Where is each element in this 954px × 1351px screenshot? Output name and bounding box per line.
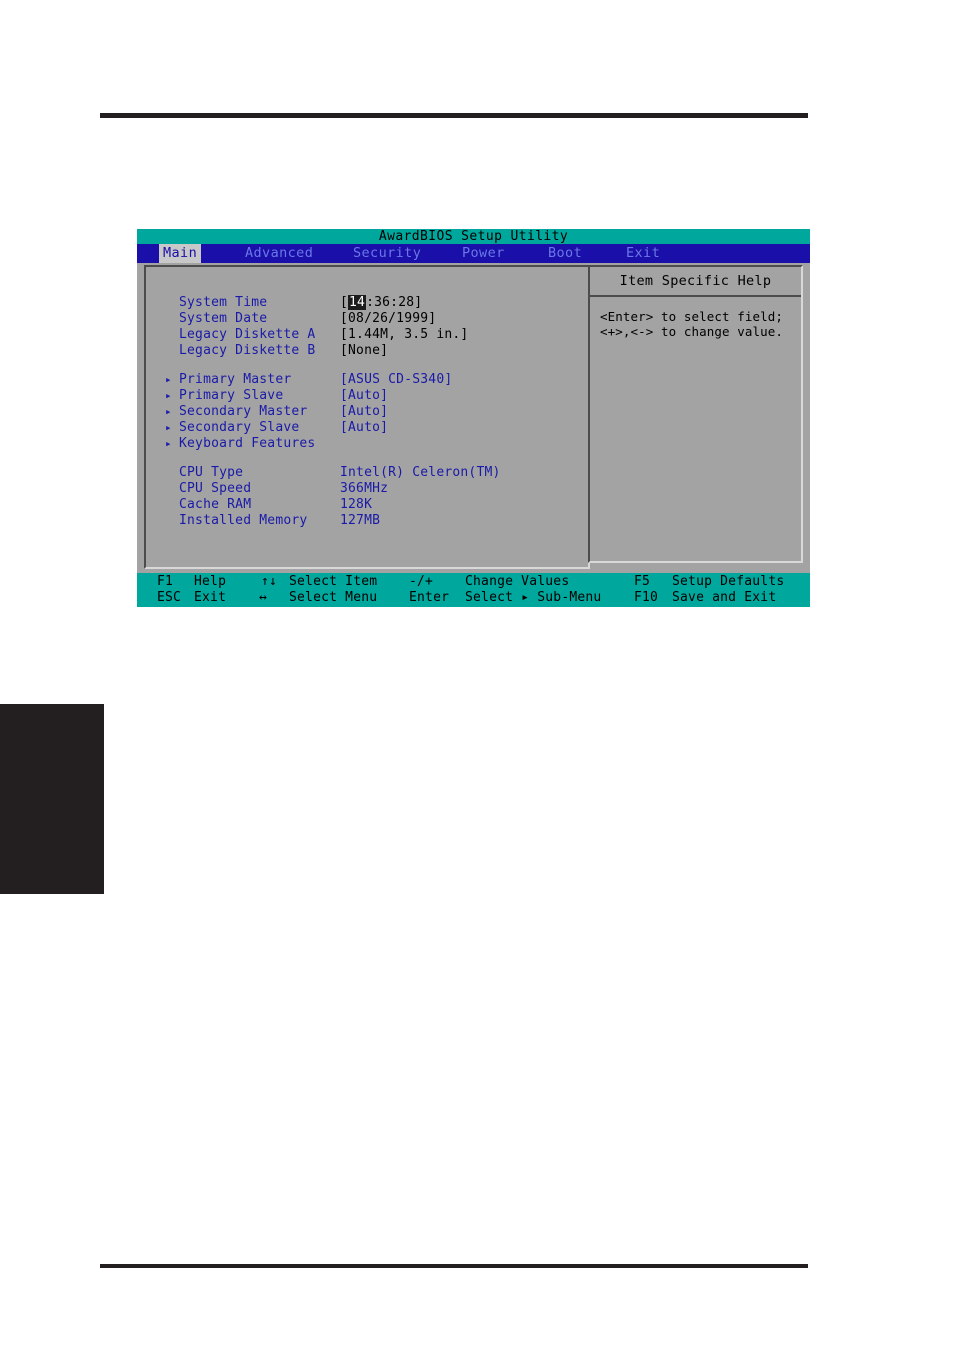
fkey-label: -/+ (409, 574, 434, 589)
help-line-1: <Enter> to select field; (600, 309, 784, 324)
fkey-updown-arrows-icon[interactable]: ↑↓ (261, 574, 277, 590)
value-highlighted-hour[interactable]: 14 (348, 295, 367, 310)
help-panel-title: Item Specific Help (619, 273, 772, 289)
value-suffix: :36:28] (366, 295, 423, 310)
fkey-f10[interactable]: F10 (634, 590, 658, 606)
submenu-label: Keyboard Features (179, 436, 316, 451)
info-label: CPU Type (179, 465, 244, 480)
setting-label: System Time (179, 295, 268, 310)
info-value: 366MHz (340, 481, 389, 496)
fkey-leftright-arrows-icon[interactable]: ↔ (259, 590, 267, 606)
fkey-select-item-desc: Select Item (289, 574, 377, 590)
fkey-desc: Help (194, 574, 227, 589)
tab-advanced[interactable]: Advanced (241, 244, 317, 263)
tab-exit[interactable]: Exit (622, 244, 664, 263)
fkey-minus-plus[interactable]: -/+ (409, 574, 433, 590)
submenu-label: Secondary Master (179, 404, 308, 419)
fkey-desc: Change Values (465, 574, 570, 589)
tab-main[interactable]: Main (159, 244, 202, 263)
page-rule-bottom (100, 1264, 808, 1268)
tab-power[interactable]: Power (458, 244, 509, 263)
submenu-value: [ASUS CD-S340] (340, 372, 453, 387)
fkey-desc: Exit (194, 590, 227, 605)
info-value: 128K (340, 497, 373, 512)
submenu-value: [Auto] (340, 404, 389, 419)
fkey-change-values-desc: Change Values (465, 574, 569, 590)
setting-value: [14:36:28] (340, 295, 422, 311)
setting-value: [08/26/1999] (340, 311, 437, 326)
tab-security[interactable]: Security (349, 244, 425, 263)
submenu-arrow-icon: ▸ (165, 405, 172, 418)
help-line-2: <+>,<-> to change value. (600, 324, 784, 339)
submenu-arrow-icon: ▸ (165, 437, 172, 450)
fkey-setup-defaults-desc: Setup Defaults (672, 574, 784, 590)
info-value: Intel(R) Celeron(TM) (340, 465, 501, 480)
fkey-desc: Save and Exit (672, 590, 777, 605)
submenu-label: Primary Master (179, 372, 292, 387)
function-key-row-2: ESC Exit ↔ Select Menu Enter Select ▸ Su… (137, 590, 810, 606)
setting-label: Legacy Diskette B (179, 343, 316, 358)
setting-value: [1.44M, 3.5 in.] (340, 327, 469, 342)
submenu-arrow-icon: ▸ (165, 373, 172, 386)
fkey-select-submenu-desc: Select ▸ Sub-Menu (465, 590, 601, 606)
value-prefix: [ (340, 295, 349, 310)
fkey-label: ↔ (259, 590, 268, 605)
fkey-desc: Setup Defaults (672, 574, 785, 589)
fkey-desc: Select Item (289, 574, 378, 589)
fkey-label: F5 (634, 574, 651, 589)
fkey-desc: Select Menu (289, 590, 378, 605)
function-key-legend: F1 Help ↑↓ Select Item -/+ Change Values… (137, 573, 810, 607)
fkey-label: F10 (634, 590, 659, 605)
function-key-row-1: F1 Help ↑↓ Select Item -/+ Change Values… (137, 574, 810, 590)
info-label: Installed Memory (179, 513, 308, 528)
fkey-select-menu-desc: Select Menu (289, 590, 377, 606)
main-settings-panel: System Time [14:36:28] System Date [08/2… (144, 265, 590, 569)
fkey-f1-desc: Help (194, 574, 226, 590)
page-rule-top (100, 113, 808, 118)
fkey-label: ESC (157, 590, 182, 605)
info-label: CPU Speed (179, 481, 252, 496)
help-panel-body: <Enter> to select field; <+>,<-> to chan… (600, 309, 797, 339)
fkey-label: F1 (157, 574, 174, 589)
submenu-value: [Auto] (340, 420, 389, 435)
bios-title-bar: AwardBIOS Setup Utility (137, 229, 810, 244)
info-value: 127MB (340, 513, 381, 528)
info-label: Cache RAM (179, 497, 252, 512)
setting-label: System Date (179, 311, 268, 326)
tab-boot[interactable]: Boot (544, 244, 586, 263)
bios-setup-window: AwardBIOS Setup Utility Main Advanced Se… (137, 229, 810, 607)
submenu-label: Secondary Slave (179, 420, 300, 435)
submenu-value: [Auto] (340, 388, 389, 403)
help-panel-header: Item Specific Help (590, 267, 801, 297)
fkey-exit-desc: Exit (194, 590, 226, 606)
fkey-save-and-exit-desc: Save and Exit (672, 590, 776, 606)
setting-label: Legacy Diskette A (179, 327, 316, 342)
chapter-tab-marker (0, 704, 104, 894)
fkey-esc[interactable]: ESC (157, 590, 181, 606)
submenu-label: Primary Slave (179, 388, 284, 403)
fkey-f1[interactable]: F1 (157, 574, 173, 590)
item-specific-help-panel: Item Specific Help <Enter> to select fie… (588, 265, 803, 563)
setting-value: [None] (340, 343, 389, 358)
fkey-label: ↑↓ (261, 574, 278, 589)
bios-menu-bar: Main Advanced Security Power Boot Exit (137, 244, 810, 263)
submenu-arrow-icon: ▸ (165, 421, 172, 434)
fkey-enter[interactable]: Enter (409, 590, 449, 606)
submenu-arrow-icon: ▸ (165, 389, 172, 402)
bios-title: AwardBIOS Setup Utility (378, 229, 569, 244)
fkey-f5[interactable]: F5 (634, 574, 650, 590)
fkey-label: Enter (409, 590, 450, 605)
fkey-desc: Select ▸ Sub-Menu (465, 590, 602, 605)
